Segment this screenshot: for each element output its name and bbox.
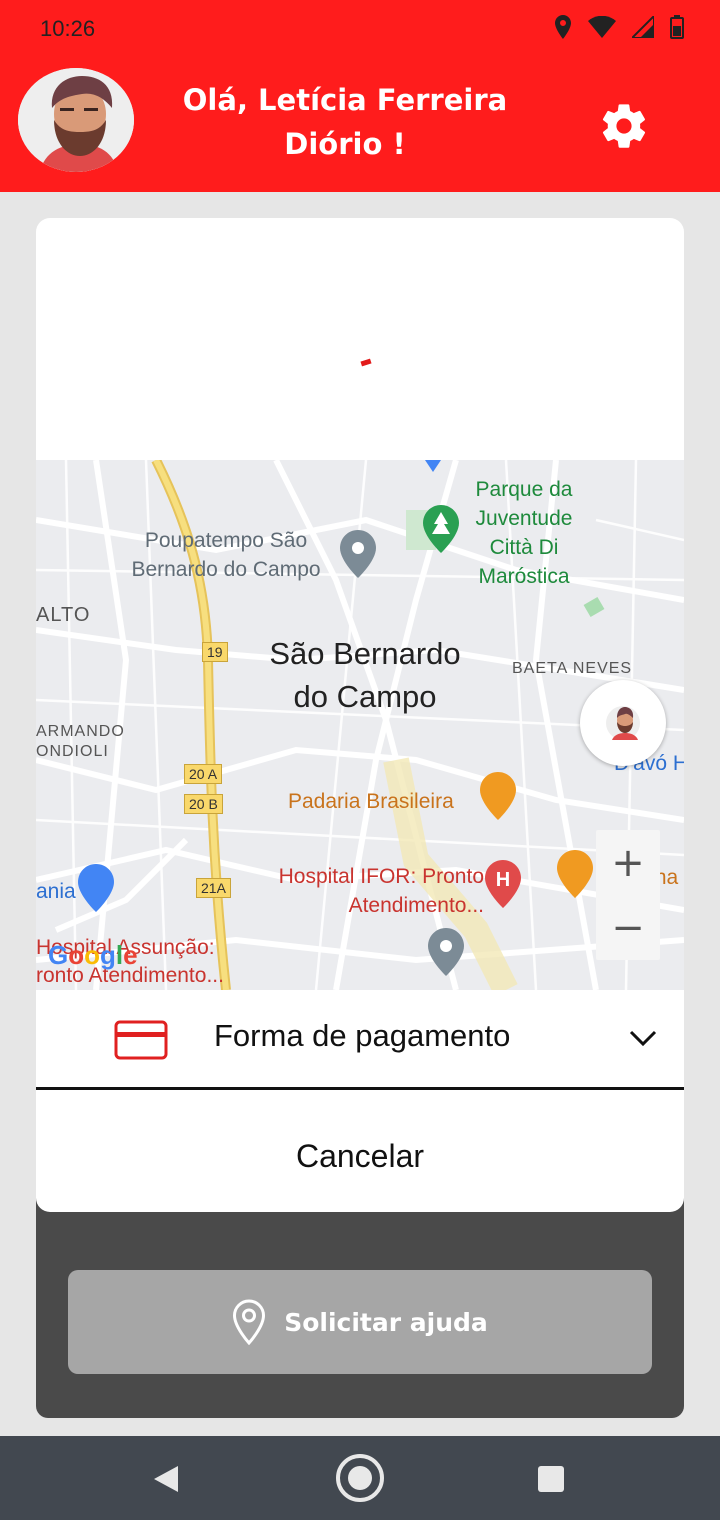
payment-modal: H Parque da Juventude Città Di Maróstica… bbox=[36, 218, 684, 1212]
map-view[interactable]: H Parque da Juventude Città Di Maróstica… bbox=[36, 460, 684, 990]
map-label-ania: ania bbox=[36, 880, 76, 903]
map-label-park: Parque da Juventude Città Di Maróstica bbox=[475, 478, 573, 588]
signal-icon bbox=[632, 16, 654, 38]
loading-indicator bbox=[360, 358, 372, 367]
system-navigation-bar bbox=[0, 1436, 720, 1520]
zoom-out-button[interactable]: − bbox=[596, 895, 660, 960]
map-label-alto: ALTO bbox=[36, 604, 91, 626]
status-icons bbox=[554, 14, 684, 40]
route-shield-20b: 20 B bbox=[184, 794, 223, 814]
zoom-controls: + − bbox=[596, 830, 660, 960]
greeting-title: Olá, Letícia Ferreira Diório ! bbox=[182, 83, 508, 161]
svg-text:H: H bbox=[496, 869, 510, 891]
credit-card-icon bbox=[114, 1020, 168, 1060]
recents-icon[interactable] bbox=[537, 1465, 565, 1493]
route-shield-20a: 20 A bbox=[184, 764, 223, 784]
request-help-label: Solicitar ajuda bbox=[284, 1307, 488, 1337]
route-shield-21a: 21A bbox=[196, 878, 231, 898]
map-label-hospital-ifor: Hospital IFOR: Pronto Atendimento... bbox=[278, 865, 484, 917]
map-label-baeta: BAETA NEVES bbox=[512, 660, 633, 677]
location-pin-icon bbox=[233, 1299, 266, 1345]
user-marker-icon bbox=[606, 706, 640, 740]
zoom-in-button[interactable]: + bbox=[596, 830, 660, 895]
map-label-poupatempo: Poupatempo São Bernardo do Campo bbox=[131, 529, 321, 581]
route-shield-19: 19 bbox=[202, 642, 228, 662]
request-help-button[interactable]: Solicitar ajuda bbox=[68, 1270, 652, 1374]
cancel-button[interactable]: Cancelar bbox=[36, 1108, 684, 1204]
user-avatar[interactable] bbox=[18, 68, 134, 172]
home-icon[interactable] bbox=[334, 1452, 386, 1504]
status-time: 10:26 bbox=[40, 16, 96, 41]
app-header: Olá, Letícia Ferreira Diório ! bbox=[0, 60, 720, 192]
my-location-button[interactable] bbox=[580, 680, 666, 766]
status-bar: 10:26 bbox=[0, 0, 720, 60]
location-icon bbox=[555, 15, 571, 39]
map-label-padaria: Padaria Brasileira bbox=[288, 790, 454, 813]
battery-icon bbox=[670, 15, 684, 39]
google-logo: Google bbox=[48, 940, 138, 970]
wifi-icon bbox=[588, 16, 616, 38]
chevron-down-icon bbox=[629, 1030, 657, 1047]
payment-method-label: Forma de pagamento bbox=[214, 1018, 511, 1053]
payment-method-select[interactable]: Forma de pagamento bbox=[36, 990, 684, 1090]
map-label-city: São Bernardo do Campo bbox=[269, 636, 461, 714]
settings-gear-icon[interactable] bbox=[598, 100, 650, 152]
back-icon[interactable] bbox=[152, 1464, 180, 1494]
map-label-armando: ARMANDO ONDIOLI bbox=[36, 723, 125, 760]
